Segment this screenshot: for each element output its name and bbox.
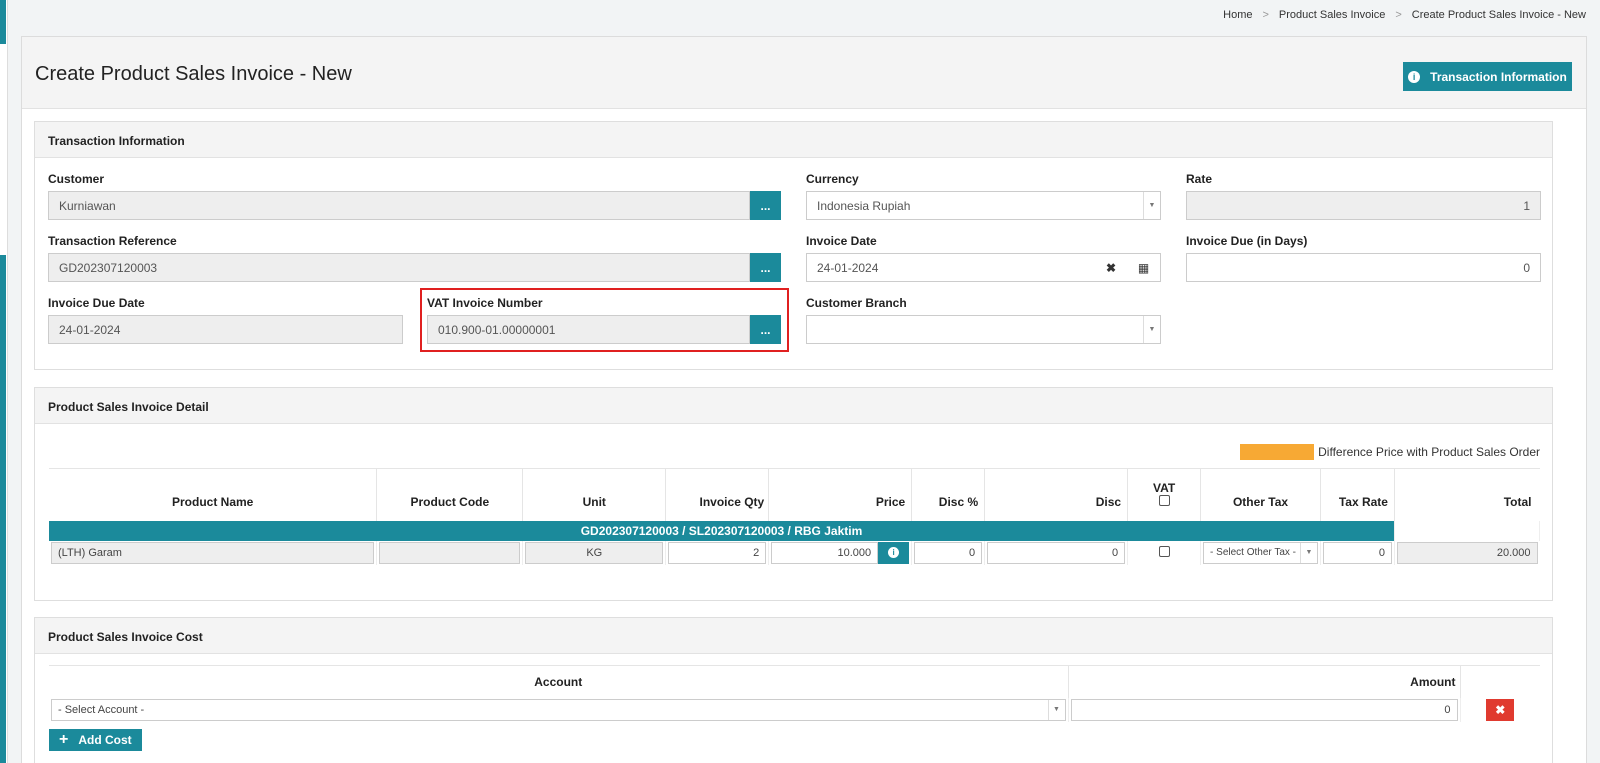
col-account: Account — [49, 665, 1069, 698]
product-name-cell: (LTH) Garam — [51, 541, 375, 564]
col-disc: Disc — [984, 468, 1129, 521]
customer-branch-select[interactable]: ▼ — [806, 315, 1161, 344]
info-icon: i — [1408, 70, 1421, 83]
col-product-name: Product Name — [49, 468, 378, 521]
delete-cost-button[interactable]: ✖ — [1486, 698, 1515, 721]
vat-select-all-checkbox[interactable] — [1158, 494, 1170, 506]
other-tax-value: - Select Other Tax - — [1210, 547, 1297, 558]
group-row: GD202307120003 / SL202307120003 / RBG Ja… — [49, 520, 1541, 541]
tax-rate-input[interactable]: 0 — [1323, 541, 1392, 564]
breadcrumb-product-sales-invoice[interactable]: Product Sales Invoice — [1279, 9, 1385, 21]
invoice-due-date-field[interactable]: 24-01-2024 — [48, 315, 403, 344]
total-cell: 20.000 — [1396, 541, 1538, 564]
col-other-tax: Other Tax — [1200, 468, 1322, 521]
cost-table: Account Amount - Select Account - ▼ 0 ✖ — [49, 665, 1540, 722]
disc-input[interactable]: 0 — [987, 541, 1126, 564]
calendar-icon[interactable]: ▦ — [1127, 253, 1161, 282]
panel-title: Transaction Information — [35, 122, 1552, 158]
chevron-down-icon: ▼ — [1143, 316, 1160, 343]
account-value: - Select Account - — [58, 703, 145, 716]
col-tax-rate: Tax Rate — [1320, 468, 1395, 521]
vat-invoice-lookup-button[interactable]: ... — [750, 315, 781, 344]
invoice-date-field[interactable]: 24-01-2024 — [806, 253, 1096, 282]
vat-invoice-number-field[interactable]: 010.900-01.00000001 — [427, 315, 750, 344]
panel-title: Product Sales Invoice Detail — [35, 388, 1552, 424]
rate-label: Rate — [1186, 172, 1213, 186]
col-vat: VAT — [1127, 468, 1202, 521]
other-tax-select[interactable]: - Select Other Tax - ▼ — [1203, 541, 1319, 564]
panel-title: Product Sales Invoice Cost — [35, 618, 1552, 654]
currency-value: Indonesia Rupiah — [817, 198, 911, 213]
detail-table: Product Name Product Code Unit Invoice Q… — [49, 468, 1541, 565]
transaction-information-panel: Transaction Information Customer Kurniaw… — [34, 121, 1553, 370]
price-input[interactable]: 10.000 — [771, 541, 879, 564]
plus-icon: + — [59, 731, 69, 748]
main-page: Create Product Sales Invoice - New i Tra… — [21, 36, 1587, 763]
transaction-information-button[interactable]: i Transaction Information — [1403, 62, 1572, 91]
add-cost-label: Add Cost — [78, 733, 132, 747]
chevron-down-icon: ▼ — [1300, 542, 1317, 563]
info-icon: i — [888, 547, 900, 558]
table-row: (LTH) Garam KG 2 10.000 i 0 0 - Select O… — [49, 540, 1540, 565]
customer-label: Customer — [48, 172, 105, 186]
legend-swatch — [1240, 444, 1315, 460]
col-product-code: Product Code — [376, 468, 524, 521]
page-header: Create Product Sales Invoice - New i Tra… — [22, 37, 1586, 109]
price-group: 10.000 i — [771, 541, 910, 564]
invoice-due-days-field[interactable]: 0 — [1186, 253, 1541, 282]
sidebar-accent-top — [0, 0, 6, 44]
transaction-reference-field[interactable]: GD202307120003 — [48, 253, 750, 282]
col-vat-label: VAT — [1152, 480, 1176, 495]
col-disc-pct: Disc % — [911, 468, 986, 521]
col-unit: Unit — [522, 468, 667, 521]
breadcrumb: Home > Product Sales Invoice > Create Pr… — [1223, 9, 1586, 21]
invoice-due-days-label: Invoice Due (in Days) — [1186, 234, 1308, 248]
amount-input[interactable]: 0 — [1070, 698, 1458, 721]
invoice-qty-input[interactable]: 2 — [668, 541, 767, 564]
sidebar-accent-bottom — [0, 255, 6, 763]
breadcrumb-home[interactable]: Home — [1223, 9, 1252, 21]
customer-branch-label: Customer Branch — [806, 296, 907, 310]
page-title: Create Product Sales Invoice - New — [35, 63, 352, 85]
invoice-cost-panel: Product Sales Invoice Cost Account Amoun… — [34, 617, 1553, 763]
currency-select[interactable]: Indonesia Rupiah ▼ — [806, 191, 1161, 220]
add-cost-button[interactable]: + Add Cost — [49, 729, 142, 751]
price-info-button[interactable]: i — [878, 541, 910, 564]
clear-date-icon[interactable]: ✖ — [1095, 253, 1128, 282]
chevron-down-icon: ▼ — [1047, 699, 1065, 720]
vat-invoice-number-label: VAT Invoice Number — [427, 296, 543, 310]
left-sidebar-edge — [0, 0, 8, 763]
invoice-detail-panel: Product Sales Invoice Detail Difference … — [34, 387, 1553, 601]
col-invoice-qty: Invoice Qty — [665, 468, 770, 521]
transaction-reference-lookup-button[interactable]: ... — [750, 253, 781, 282]
customer-lookup-button[interactable]: ... — [750, 191, 781, 220]
customer-field[interactable]: Kurniawan — [48, 191, 750, 220]
rate-field[interactable]: 1 — [1186, 191, 1541, 220]
disc-pct-input[interactable]: 0 — [914, 541, 983, 564]
vat-checkbox[interactable] — [1158, 545, 1170, 557]
table-row: - Select Account - ▼ 0 ✖ — [49, 697, 1540, 722]
legend: Difference Price with Product Sales Orde… — [1240, 444, 1540, 460]
transaction-information-label: Transaction Information — [1430, 69, 1567, 84]
product-code-cell — [379, 541, 521, 564]
invoice-date-label: Invoice Date — [806, 234, 877, 248]
invoice-due-date-label: Invoice Due Date — [48, 296, 145, 310]
breadcrumb-separator: > — [1262, 9, 1269, 21]
legend-label: Difference Price with Product Sales Orde… — [1318, 445, 1540, 459]
transaction-reference-label: Transaction Reference — [48, 234, 177, 248]
currency-label: Currency — [806, 172, 859, 186]
unit-cell: KG — [525, 541, 664, 564]
breadcrumb-separator: > — [1395, 9, 1402, 21]
col-total: Total — [1503, 494, 1532, 509]
chevron-down-icon: ▼ — [1143, 192, 1160, 219]
group-label: GD202307120003 / SL202307120003 / RBG Ja… — [49, 520, 1395, 541]
col-price: Price — [768, 468, 913, 521]
col-amount: Amount — [1068, 665, 1461, 698]
account-select[interactable]: - Select Account - ▼ — [51, 698, 1066, 721]
breadcrumb-current: Create Product Sales Invoice - New — [1411, 9, 1586, 21]
